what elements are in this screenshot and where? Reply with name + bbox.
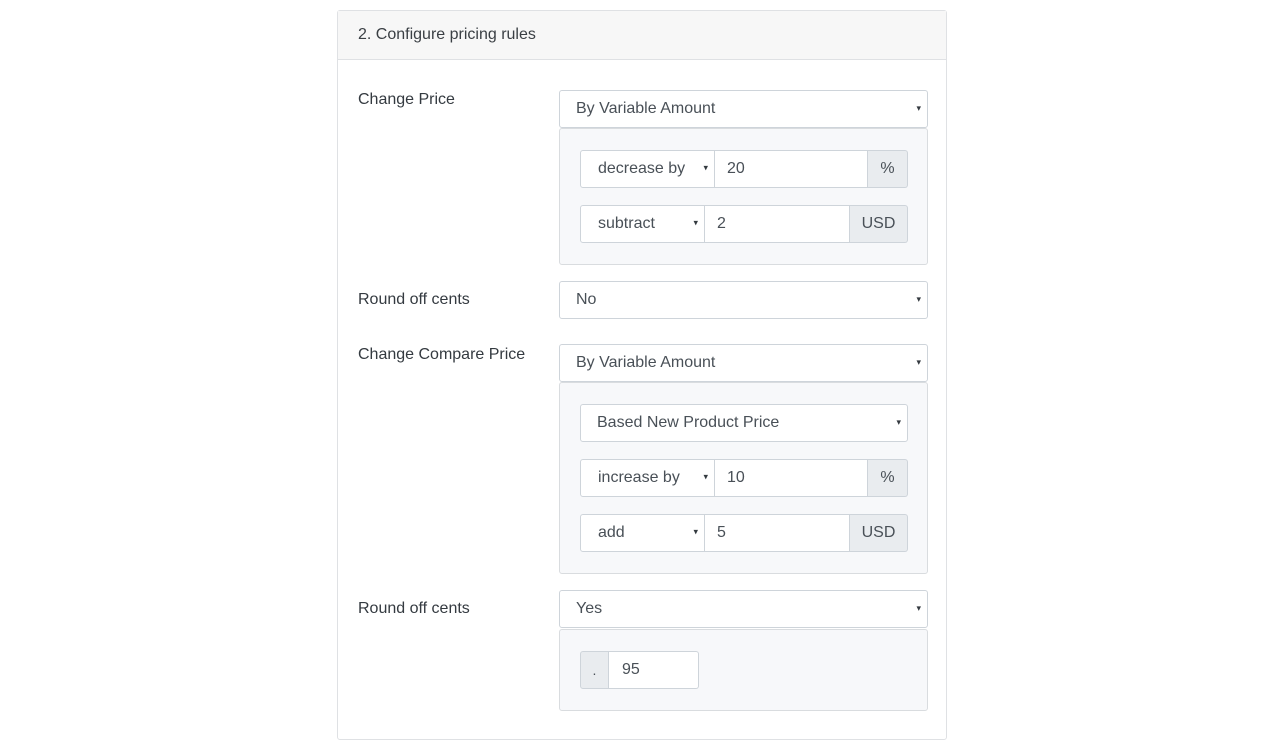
chevron-down-icon: ▾	[896, 416, 901, 427]
percent-input-value: 20	[727, 160, 745, 177]
change-price-fixed-operation-select[interactable]: subtract ▾	[580, 205, 705, 243]
chevron-down-icon: ▾	[703, 471, 708, 482]
change-compare-price-label: Change Compare Price	[358, 346, 526, 363]
compare-price-percent-group: increase by ▾ 10 %	[580, 459, 908, 497]
change-price-panel: decrease by ▾ 20 % subtract ▾ 2 USD	[559, 128, 928, 265]
compare-price-basis-value: Based New Product Price	[597, 414, 780, 431]
decimal-point-addon: .	[580, 651, 609, 689]
percent-input-value: 10	[727, 469, 745, 486]
chevron-down-icon: ▾	[916, 102, 921, 113]
percent-operation-value: decrease by	[598, 160, 686, 177]
round-off-compare-label: Round off cents	[358, 600, 470, 617]
round-off-price-select[interactable]: No ▾	[559, 281, 928, 319]
round-off-price-value: No	[576, 291, 597, 308]
compare-price-fixed-group: add ▾ 5 USD	[580, 514, 908, 552]
round-off-compare-select[interactable]: Yes ▾	[559, 590, 928, 628]
chevron-down-icon: ▾	[916, 293, 921, 304]
change-price-label: Change Price	[358, 91, 455, 108]
compare-price-basis-select[interactable]: Based New Product Price ▾	[580, 404, 908, 442]
compare-price-percent-input[interactable]: 10	[715, 459, 868, 497]
fixed-operation-value: add	[598, 524, 625, 541]
chevron-down-icon: ▾	[693, 526, 698, 537]
change-price-percent-group: decrease by ▾ 20 %	[580, 150, 908, 188]
chevron-down-icon: ▾	[916, 356, 921, 367]
percent-operation-value: increase by	[598, 469, 680, 486]
change-compare-price-mode-value: By Variable Amount	[576, 354, 716, 371]
chevron-down-icon: ▾	[703, 162, 708, 173]
compare-price-fixed-input[interactable]: 5	[705, 514, 850, 552]
round-off-compare-value: Yes	[576, 600, 603, 617]
percent-addon: %	[868, 459, 908, 497]
cents-input[interactable]: 95	[609, 651, 699, 689]
chevron-down-icon: ▾	[693, 217, 698, 228]
change-price-mode-select[interactable]: By Variable Amount ▾	[559, 90, 928, 128]
usd-addon: USD	[850, 205, 908, 243]
pricing-rules-card: 2. Configure pricing rules Change Price …	[337, 10, 947, 740]
round-off-cents-panel: . 95	[559, 629, 928, 711]
usd-addon: USD	[850, 514, 908, 552]
card-header: 2. Configure pricing rules	[338, 11, 946, 60]
percent-addon: %	[868, 150, 908, 188]
cents-input-group: . 95	[580, 651, 699, 689]
compare-price-percent-operation-select[interactable]: increase by ▾	[580, 459, 715, 497]
change-price-percent-operation-select[interactable]: decrease by ▾	[580, 150, 715, 188]
round-off-price-label: Round off cents	[358, 291, 470, 308]
section-title: 2. Configure pricing rules	[358, 26, 536, 43]
chevron-down-icon: ▾	[916, 602, 921, 613]
fixed-input-value: 5	[717, 524, 726, 541]
compare-price-fixed-operation-select[interactable]: add ▾	[580, 514, 705, 552]
change-compare-price-panel: Based New Product Price ▾ increase by ▾ …	[559, 382, 928, 574]
change-price-percent-input[interactable]: 20	[715, 150, 868, 188]
change-compare-price-mode-select[interactable]: By Variable Amount ▾	[559, 344, 928, 382]
fixed-input-value: 2	[717, 215, 726, 232]
fixed-operation-value: subtract	[598, 215, 655, 232]
change-price-fixed-input[interactable]: 2	[705, 205, 850, 243]
cents-input-value: 95	[622, 661, 640, 678]
change-price-fixed-group: subtract ▾ 2 USD	[580, 205, 908, 243]
change-price-mode-value: By Variable Amount	[576, 100, 716, 117]
